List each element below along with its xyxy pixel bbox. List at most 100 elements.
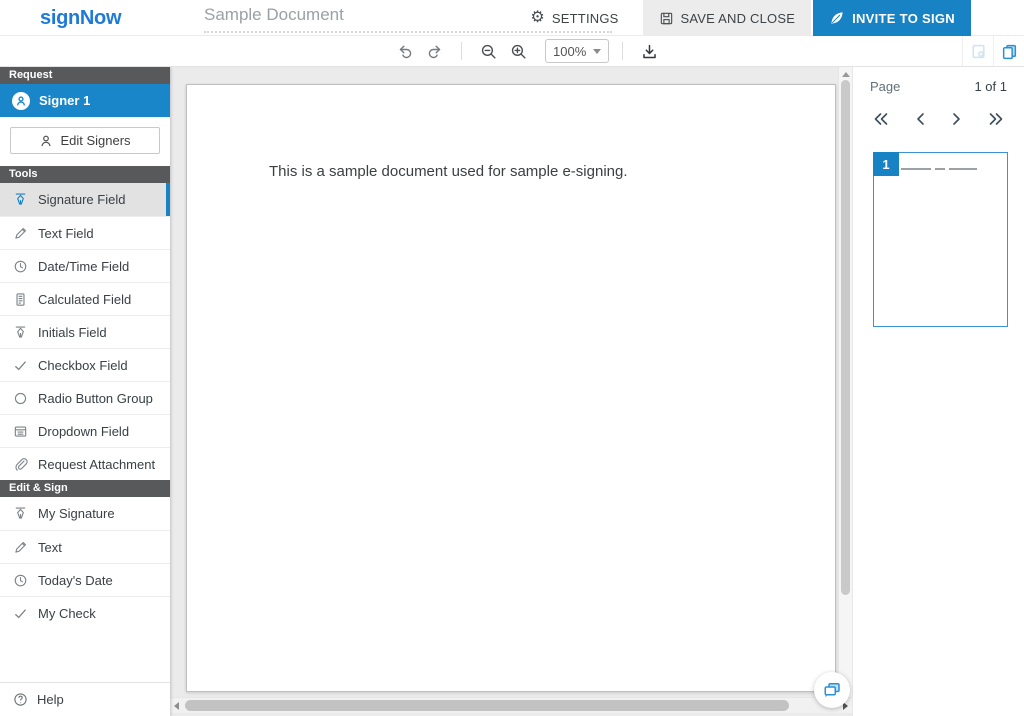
document-area: This is a sample document used for sampl…	[170, 67, 852, 716]
save-and-close-button[interactable]: SAVE AND CLOSE	[643, 0, 812, 36]
zoom-out-icon	[480, 43, 497, 60]
next-page-button[interactable]	[949, 110, 964, 128]
chat-support-button[interactable]	[814, 672, 850, 708]
save-icon	[659, 11, 674, 26]
edit-sign-list: My Signature Text Today's Date My Check	[0, 497, 170, 629]
tool-item-today-s-date[interactable]: Today's Date	[0, 563, 170, 596]
toolbar-divider	[622, 42, 623, 60]
radio-circle-icon	[13, 391, 28, 406]
tool-item-label: Signature Field	[38, 192, 125, 207]
undo-button[interactable]	[392, 39, 418, 63]
tool-item-label: My Check	[38, 606, 96, 621]
tool-item-label: Dropdown Field	[38, 424, 129, 439]
chat-icon	[822, 680, 842, 700]
request-section-header: Request	[0, 67, 170, 84]
tool-item-label: Initials Field	[38, 325, 107, 340]
horizontal-scrollbar-thumb[interactable]	[185, 700, 789, 711]
topbar-actions: ⚙ SETTINGS SAVE AND CLOSE INVITE TO SIGN	[514, 0, 971, 36]
pages-panel-icon	[1001, 43, 1018, 60]
zoom-out-button[interactable]	[475, 39, 501, 63]
tool-item-request-attachment[interactable]: Request Attachment	[0, 447, 170, 480]
calculator-icon	[13, 292, 28, 307]
tool-item-checkbox-field[interactable]: Checkbox Field	[0, 348, 170, 381]
tools-section-header: Tools	[0, 166, 170, 183]
dropdown-list-icon	[13, 424, 28, 439]
chevron-down-icon	[593, 49, 601, 54]
pages-panel: Page 1 of 1	[852, 67, 1024, 716]
document-page[interactable]: This is a sample document used for sampl…	[186, 84, 836, 692]
download-button[interactable]	[636, 39, 662, 63]
sidebar-spacer	[0, 629, 170, 682]
tool-item-label: Text	[38, 540, 62, 555]
vertical-scrollbar[interactable]	[838, 67, 852, 697]
pages-panel-header: Page 1 of 1	[853, 67, 1024, 94]
tool-item-calculated-field[interactable]: Calculated Field	[0, 282, 170, 315]
zoom-in-button[interactable]	[505, 39, 531, 63]
vertical-scrollbar-thumb[interactable]	[841, 80, 850, 595]
tool-item-label: Today's Date	[38, 573, 113, 588]
signer-label: Signer 1	[39, 93, 90, 108]
tool-item-date-time-field[interactable]: Date/Time Field	[0, 249, 170, 282]
document-text: This is a sample document used for sampl…	[269, 163, 628, 180]
pencil-icon	[13, 226, 28, 241]
checkmark-icon	[13, 358, 28, 373]
top-bar: signNow Sample Document ⚙ SETTINGS SAVE …	[0, 0, 1024, 36]
page-label: Page	[870, 79, 900, 94]
tool-item-dropdown-field[interactable]: Dropdown Field	[0, 414, 170, 447]
signer-1-row[interactable]: Signer 1	[0, 84, 170, 117]
help-icon	[13, 692, 28, 707]
horizontal-scrollbar[interactable]	[170, 697, 852, 713]
redo-icon	[426, 43, 444, 59]
tool-item-label: Checkbox Field	[38, 358, 128, 373]
last-page-button[interactable]	[986, 110, 1006, 128]
document-fields-button[interactable]	[962, 36, 993, 66]
zoom-level-select[interactable]: 100%	[545, 39, 609, 63]
signature-nib-icon	[13, 192, 28, 207]
pages-panel-toggle-button[interactable]	[993, 36, 1024, 66]
tools-list: Signature Field Text Field Date/Time Field…	[0, 183, 170, 480]
help-button[interactable]: Help	[0, 682, 170, 716]
tool-item-text-field[interactable]: Text Field	[0, 216, 170, 249]
tool-item-label: Date/Time Field	[38, 259, 129, 274]
person-icon	[39, 134, 53, 148]
initials-nib-icon	[13, 506, 28, 521]
scroll-up-icon[interactable]	[842, 72, 850, 77]
download-icon	[641, 43, 658, 60]
gear-icon: ⚙	[530, 10, 545, 26]
zoom-in-icon	[510, 43, 527, 60]
edit-signers-button[interactable]: Edit Signers	[10, 127, 160, 154]
tool-item-my-check[interactable]: My Check	[0, 596, 170, 629]
signer-avatar-icon	[12, 92, 30, 110]
left-sidebar: Request Signer 1 Edit Signers Tools Sign…	[0, 67, 170, 716]
previous-page-button[interactable]	[913, 110, 928, 128]
tool-item-initials-field[interactable]: Initials Field	[0, 315, 170, 348]
toolbar-divider	[461, 42, 462, 60]
redo-button[interactable]	[422, 39, 448, 63]
tool-item-my-signature[interactable]: My Signature	[0, 497, 170, 530]
page-navigation	[853, 94, 1024, 128]
settings-button[interactable]: ⚙ SETTINGS	[514, 0, 634, 36]
thumbnail-text-preview	[901, 168, 977, 170]
pencil-icon	[13, 540, 28, 555]
first-page-button[interactable]	[871, 110, 891, 128]
tool-item-label: My Signature	[38, 506, 115, 521]
chevron-left-icon	[915, 112, 926, 126]
document-toolbar: 100%	[0, 36, 1024, 67]
tool-item-radio-button-group[interactable]: Radio Button Group	[0, 381, 170, 414]
edit-signers-wrap: Edit Signers	[0, 117, 170, 166]
invite-to-sign-button[interactable]: INVITE TO SIGN	[813, 0, 971, 36]
tool-item-signature-field[interactable]: Signature Field	[0, 183, 170, 216]
tool-item-label: Radio Button Group	[38, 391, 153, 406]
toolbar-right	[962, 36, 1024, 66]
scroll-left-icon[interactable]	[174, 702, 179, 710]
tool-item-text[interactable]: Text	[0, 530, 170, 563]
chevron-right-icon	[951, 112, 962, 126]
page-thumbnail[interactable]: 1	[873, 152, 1008, 327]
tool-item-label: Text Field	[38, 226, 94, 241]
signnow-logo[interactable]: signNow	[40, 7, 121, 30]
page-number-badge: 1	[873, 152, 899, 176]
document-fields-icon	[970, 43, 987, 60]
toolbar-center: 100%	[392, 36, 662, 66]
tool-item-label: Calculated Field	[38, 292, 131, 307]
paperclip-icon	[13, 457, 28, 472]
